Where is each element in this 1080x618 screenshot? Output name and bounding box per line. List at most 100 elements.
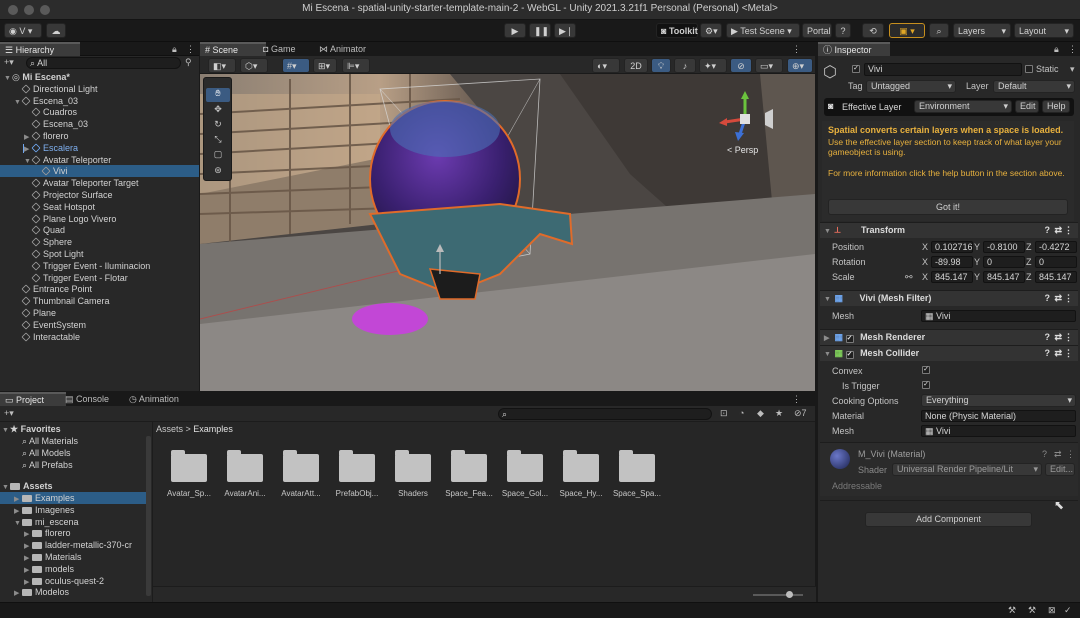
search-icon[interactable]: ⌕ [929, 23, 949, 38]
lock-icon[interactable]: 🔒︎ [1054, 44, 1059, 55]
project-search-input[interactable]: ⌕ [498, 408, 712, 420]
transform-tool-icon[interactable]: ⊛ [206, 165, 230, 179]
hierarchy-item[interactable]: Cuadros [0, 106, 199, 118]
hierarchy-item[interactable]: Quad [0, 224, 199, 236]
step-button[interactable]: ▶❘ [554, 23, 576, 38]
scale-tool-icon[interactable]: ⤡ [206, 134, 230, 148]
menu-icon[interactable]: ⋮ [792, 394, 801, 405]
rect-tool-icon[interactable]: ▢ [206, 149, 230, 163]
convex-checkbox[interactable]: ✓ [922, 366, 930, 374]
gizmos-dropdown[interactable]: ⊕▾ [787, 58, 813, 73]
layers-dropdown[interactable]: Layers ▾ [953, 23, 1011, 38]
menu-icon[interactable]: ⋮ [1066, 449, 1075, 460]
grid-snap-dropdown[interactable]: #▾ [282, 58, 310, 73]
camera-dropdown[interactable]: ⬡▾ [240, 58, 268, 73]
filter-icon[interactable]: ⚲ [185, 57, 192, 68]
search-scope-icon[interactable]: ⊡ [720, 408, 728, 419]
asset-tree-item[interactable]: ▶ florero [0, 527, 146, 539]
folder-item[interactable]: AvatarAtt... [273, 442, 329, 502]
hierarchy-item[interactable]: Sphere [0, 236, 199, 248]
cloud-icon[interactable]: ☁ [46, 23, 66, 38]
hierarchy-item[interactable]: Avatar Teleporter Target [0, 177, 199, 189]
help-icon[interactable]: ? [1045, 223, 1051, 238]
tab-animator[interactable]: ⋈ Animator [314, 42, 388, 56]
preset-icon[interactable]: ⇄ [1054, 223, 1062, 238]
check-icon[interactable]: ✓ [1064, 605, 1072, 616]
folder-item[interactable]: Space_Spa... [609, 442, 665, 502]
hand-tool-icon[interactable]: ✋︎ [206, 88, 230, 102]
tab-animation[interactable]: ◷ Animation [124, 392, 200, 406]
help-icon[interactable]: ? [1045, 291, 1051, 306]
transform-scale-field[interactable]: 845.147 [1035, 271, 1077, 283]
asset-tree-item[interactable]: ▶ Imagenes [0, 504, 146, 516]
hierarchy-item[interactable]: Trigger Event - Iluminacion [0, 260, 199, 272]
transform-scale-field[interactable]: 845.147 [931, 271, 973, 283]
menu-icon[interactable]: ⋮ [186, 44, 195, 55]
favorite-item[interactable]: ⌕ All Models [22, 447, 71, 459]
transform-scale-field[interactable]: 845.147 [983, 271, 1025, 283]
shader-dropdown[interactable]: Universal Render Pipeline/Lit ▾ [892, 463, 1042, 476]
draw-mode-dropdown[interactable]: ◧▾ [208, 58, 236, 73]
help-layer-button[interactable]: Help [1042, 100, 1070, 113]
lighting-toggle[interactable]: 💡︎ [651, 58, 671, 73]
help-icon[interactable]: ? [1042, 449, 1047, 459]
chevron-right-icon[interactable]: ▶ [24, 553, 32, 563]
hierarchy-item[interactable]: Plane Logo Vivero [0, 213, 199, 225]
effects-dropdown[interactable]: ✦▾ [699, 58, 727, 73]
hierarchy-item[interactable]: Escena_03 [0, 118, 199, 130]
shading-dropdown[interactable]: ◐▾ [592, 58, 620, 73]
help-icon[interactable]: ? [1045, 346, 1051, 361]
chevron-right-icon[interactable]: ▶ [24, 529, 32, 539]
tab-console[interactable]: ▤ Console [60, 392, 126, 406]
hierarchy-item[interactable]: EventSystem [0, 319, 199, 331]
transform-position-field[interactable]: -0.4272 [1035, 241, 1077, 253]
menu-icon[interactable]: ⋮ [1064, 223, 1073, 238]
hierarchy-item[interactable]: Seat Hotspot [0, 201, 199, 213]
preset-icon[interactable]: ⇄ [1054, 449, 1062, 460]
favorite-item[interactable]: ⌕ All Materials [22, 435, 78, 447]
folder-item[interactable]: Avatar_Sp... [161, 442, 217, 502]
active-checkbox[interactable]: ✓ [852, 65, 860, 73]
progress-icon[interactable]: ⚒ [1008, 605, 1016, 616]
preset-icon[interactable]: ⇄ [1054, 330, 1062, 345]
hierarchy-item[interactable]: Plane [0, 307, 199, 319]
test-scene-button[interactable]: ▶ Test Scene ▾ [726, 23, 800, 38]
transform-header[interactable]: ▼ ⟂ Transform ? ⇄ ⋮ [820, 222, 1078, 238]
physic-material-field[interactable]: None (Physic Material) [921, 410, 1076, 422]
settings-dropdown[interactable]: ⚙▾ [700, 23, 722, 38]
hidden-objects-toggle[interactable]: ⊘ [730, 58, 752, 73]
history-icon[interactable]: ⟲ [862, 23, 884, 38]
chevron-down-icon[interactable]: ▼ [14, 518, 22, 528]
object-name-field[interactable]: Vivi [864, 63, 1022, 76]
favorites-header[interactable]: ▼★ Favorites [2, 423, 61, 435]
menu-icon[interactable]: ⋮ [1064, 330, 1073, 345]
move-tool-icon[interactable]: ✥ [206, 104, 230, 118]
preset-icon[interactable]: ⇄ [1054, 346, 1062, 361]
scene-viewport[interactable]: ✋︎ ✥ ↻ ⤡ ▢ ⊛ < Persp [200, 74, 815, 391]
hierarchy-item[interactable]: ▼◎ Mi Escena* [0, 71, 199, 83]
diagnostics-icon[interactable]: ⚒ [1028, 605, 1036, 616]
transform-position-field[interactable]: 0.102716 [931, 241, 973, 253]
chevron-right-icon[interactable]: ▶ [14, 588, 22, 598]
lock-icon[interactable]: 🔒︎ [172, 44, 177, 55]
transform-rotation-field[interactable]: -89.98 [931, 256, 973, 268]
mesh-collider-checkbox[interactable]: ✓ [845, 351, 854, 359]
hierarchy-item[interactable]: Projector Surface [0, 189, 199, 201]
hierarchy-search-input[interactable]: ⌕ All [26, 57, 181, 69]
asset-tree-item[interactable]: ▶ ladder-metallic-370-cr [0, 539, 146, 551]
hierarchy-item[interactable]: Spot Light [0, 248, 199, 260]
audio-toggle[interactable]: ♪ [674, 58, 696, 73]
chevron-right-icon[interactable]: ▶ [24, 565, 32, 575]
transform-rotation-field[interactable]: 0 [1035, 256, 1077, 268]
chevron-right-icon[interactable]: ▶ [24, 541, 32, 551]
mesh-renderer-checkbox[interactable]: ✓ [845, 335, 854, 343]
folder-item[interactable]: Space_Hy... [553, 442, 609, 502]
asset-tree-item[interactable]: ▶ oculus-quest-2 [0, 575, 146, 587]
hierarchy-item[interactable]: Entrance Point [0, 283, 199, 295]
menu-icon[interactable]: ⋮ [1068, 44, 1077, 55]
hierarchy-item[interactable]: Vivi [0, 165, 199, 178]
add-icon[interactable]: +▾ [4, 57, 14, 68]
portal-button[interactable]: Portal [802, 23, 832, 38]
rotate-tool-icon[interactable]: ↻ [206, 119, 230, 133]
mesh-filter-mesh-field[interactable]: ▦ Vivi [921, 310, 1076, 322]
